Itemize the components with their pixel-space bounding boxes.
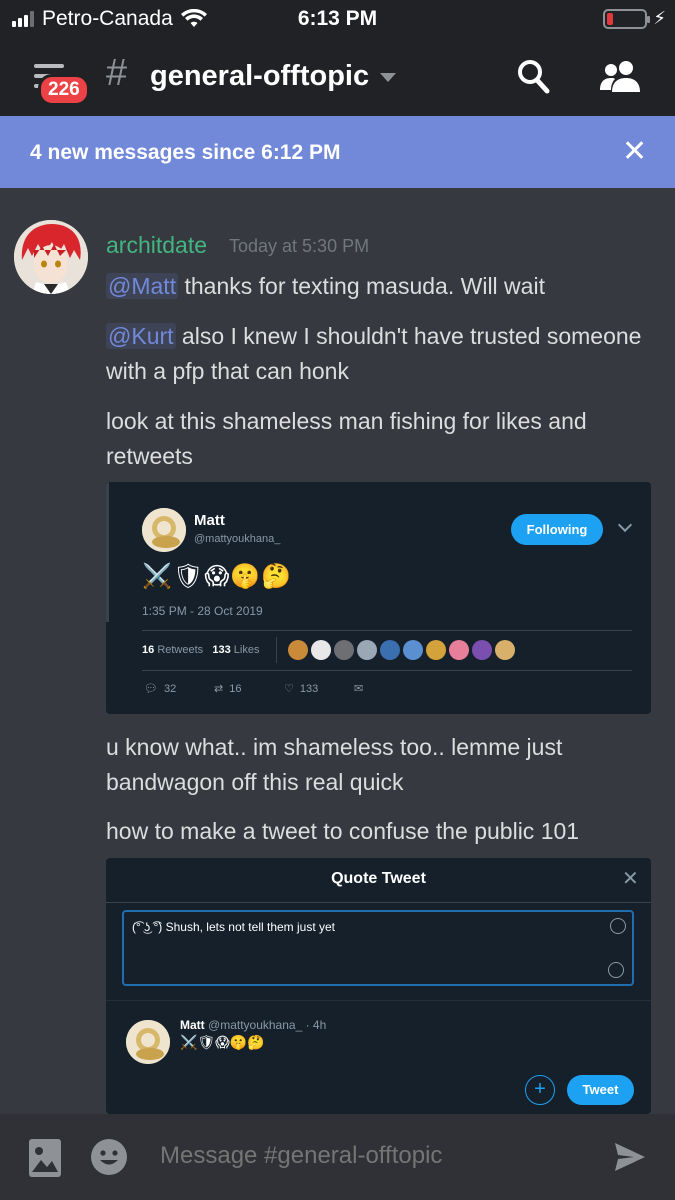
tweet-avatar: [142, 508, 186, 552]
liker-avatars: [288, 640, 515, 660]
likes-label: Likes: [233, 644, 260, 656]
divider: [276, 637, 277, 663]
tweet-image-embed[interactable]: Matt @mattyoukhana_ Following ⚔️🛡😱🤫🤔 1:3…: [106, 482, 651, 714]
new-messages-bar[interactable]: 4 new messages since 6:12 PM ✕: [0, 116, 675, 188]
user-mention[interactable]: @Matt: [106, 273, 179, 299]
channel-name[interactable]: general-offtopic: [150, 60, 369, 93]
message-input[interactable]: [160, 1142, 580, 1170]
reply-icon: 💬︎: [144, 683, 158, 695]
message-text: thanks for texting masuda. Will wait: [178, 273, 545, 299]
user-mention[interactable]: @Kurt: [106, 323, 176, 349]
clock: 6:13 PM: [297, 7, 378, 30]
quote-tweet-title: Quote Tweet: [331, 870, 426, 887]
tweet-emojis: ⚔️🛡😱🤫🤔: [142, 563, 293, 590]
tweet-date: 1:35 PM - 28 Oct 2019: [142, 604, 263, 618]
quoted-emojis: ⚔️🛡😱🤫🤔: [180, 1034, 265, 1050]
message-text: also I knew I shouldn't have trusted som…: [106, 323, 642, 384]
message-composer: [0, 1114, 675, 1200]
retweet-count: 16: [229, 682, 242, 695]
channel-hash-icon: #: [106, 52, 128, 94]
message-timestamp: Today at 5:30 PM: [229, 236, 370, 256]
tweet-author-handle: @mattyoukhana_: [194, 533, 281, 545]
message-icon: ✉: [354, 683, 364, 695]
reply-count: 32: [163, 682, 177, 695]
chevron-down-icon: [617, 517, 633, 533]
new-messages-text: 4 new messages since 6:12 PM: [30, 141, 341, 164]
character-count-icon: [608, 962, 624, 978]
message-line: u know what.. im shameless too.. lemme j…: [106, 734, 563, 795]
message-line: look at this shameless man fishing for l…: [106, 408, 587, 469]
battery-icon: [603, 9, 650, 29]
add-tweet-icon: +: [525, 1075, 555, 1105]
chevron-down-icon[interactable]: [380, 73, 396, 82]
quoted-handle: @mattyoukhana_ · 4h: [208, 1018, 327, 1032]
unread-badge: 226: [38, 74, 90, 106]
quoted-name: Matt: [180, 1018, 205, 1032]
like-count: 133: [299, 682, 319, 695]
tweet-actions: 💬︎ 32 ⇄ 16 ♡ 133 ✉: [144, 682, 424, 696]
divider: [142, 630, 632, 631]
status-bar: Petro-Canada 6:13 PM ⚡: [0, 0, 675, 40]
divider: [106, 902, 651, 903]
message-line: how to make a tweet to confuse the publi…: [106, 818, 580, 844]
send-icon[interactable]: [614, 1142, 646, 1172]
emoji-icon[interactable]: [90, 1138, 128, 1176]
divider: [142, 670, 632, 671]
quoted-avatar: [126, 1020, 170, 1064]
likes-count: 133: [212, 644, 231, 656]
quote-input-text: (͡° ͜ʖ ͡°) Shush, lets not tell them jus…: [132, 920, 336, 934]
charging-icon: ⚡: [653, 8, 666, 28]
tweet-button: Tweet: [567, 1075, 634, 1105]
emoji-icon: [610, 918, 626, 934]
close-icon: ✕: [622, 868, 639, 890]
avatar[interactable]: [14, 220, 88, 294]
divider: [106, 1000, 651, 1001]
quote-input-box: (͡° ͜ʖ ͡°) Shush, lets not tell them jus…: [122, 910, 634, 986]
retweets-label: Retweets: [157, 644, 204, 656]
close-icon[interactable]: ✕: [622, 134, 647, 169]
quote-tweet-image-embed[interactable]: Quote Tweet ✕ (͡° ͜ʖ ͡°) Shush, lets not…: [106, 858, 651, 1114]
tweet-author-name: Matt: [194, 512, 225, 529]
retweet-icon: ⇄: [214, 683, 224, 695]
message-author[interactable]: architdate: [106, 232, 207, 259]
image-upload-icon[interactable]: [28, 1138, 62, 1178]
search-icon[interactable]: [516, 58, 550, 94]
retweets-count: 16: [142, 644, 155, 656]
quoted-tweet-header: Matt @mattyoukhana_ · 4h: [180, 1018, 326, 1032]
members-icon[interactable]: [598, 58, 642, 94]
message-line: @Kurt also I knew I shouldn't have trust…: [106, 319, 656, 389]
message-line: @Matt thanks for texting masuda. Will wa…: [106, 269, 656, 304]
embed-divider: [106, 482, 109, 622]
following-button: Following: [511, 514, 603, 545]
heart-icon: ♡: [284, 683, 294, 695]
channel-header: 226 # general-offtopic: [0, 40, 675, 116]
tweet-stats: 16 Retweets 133 Likes: [142, 644, 259, 656]
